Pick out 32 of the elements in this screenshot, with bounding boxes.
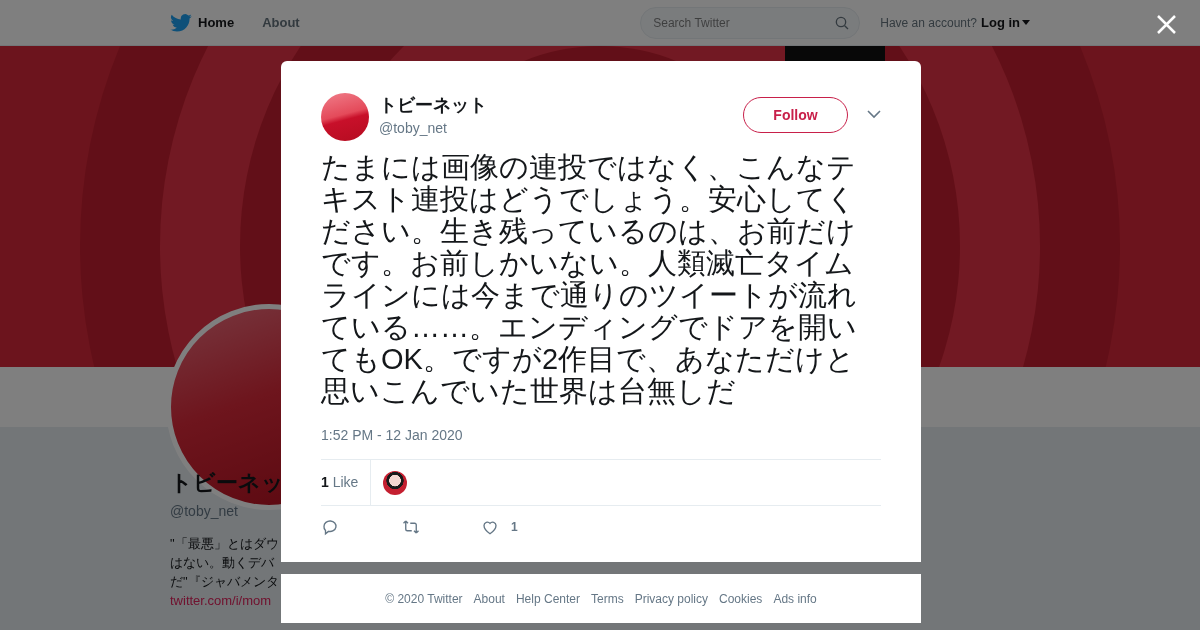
like-count: 1 bbox=[511, 519, 518, 536]
close-icon[interactable] bbox=[1157, 15, 1176, 34]
footer-link[interactable]: Help Center bbox=[515, 589, 580, 608]
reply-icon[interactable] bbox=[321, 518, 339, 536]
footer-link[interactable]: Privacy policy bbox=[634, 589, 708, 608]
search-icon[interactable] bbox=[834, 14, 851, 31]
bio-line: だ"『ジャバメンタ bbox=[170, 573, 280, 591]
liker-avatar[interactable] bbox=[383, 470, 408, 495]
tweet-text: たまには画像の連投ではなく、こんなテキスト連投はどうでしょう。安心してください。生き残っているのは、お前だけです。お前しかいない。人類滅亡タイムラインには今まで通りのツイートが流れている……。エンディングでドアを開いてもOK。ですが2作目で、あなただけと思いこんでいた世界は台無しだ bbox=[321, 151, 858, 407]
footer-link[interactable]: Cookies bbox=[719, 589, 763, 608]
caret-icon bbox=[1022, 19, 1030, 26]
tweet-time[interactable]: 1:52 PM - 12 Jan 2020 bbox=[321, 425, 881, 446]
profile-handle: @toby_net bbox=[170, 502, 239, 521]
like-stat[interactable]: 1 Like bbox=[321, 472, 359, 493]
profile-link[interactable]: twitter.com/i/mom bbox=[170, 591, 272, 610]
chevron-icon[interactable] bbox=[867, 110, 881, 119]
bio-line: "「最悪」とはダウ bbox=[170, 535, 280, 553]
footer-link[interactable]: About bbox=[473, 589, 505, 608]
avatar[interactable] bbox=[321, 93, 369, 141]
heart-icon[interactable] bbox=[481, 518, 499, 536]
footer-link[interactable]: Terms bbox=[591, 589, 624, 608]
login-link[interactable]: Log in bbox=[981, 12, 1020, 33]
footer-link[interactable]: Ads info bbox=[773, 589, 817, 608]
nav-link[interactable]: About bbox=[262, 12, 300, 33]
author-name[interactable]: トビーネット bbox=[379, 94, 487, 116]
footer-link[interactable]: © 2020 Twitter bbox=[385, 589, 463, 608]
search-field[interactable]: Search Twitter bbox=[640, 6, 861, 39]
account-prompt: Have an account? bbox=[880, 14, 977, 32]
nav-link[interactable]: Home bbox=[198, 12, 235, 33]
bio-line: はない。動くデバ bbox=[170, 554, 275, 572]
author-handle[interactable]: @toby_net bbox=[379, 118, 487, 139]
retweet-icon[interactable] bbox=[401, 518, 421, 536]
